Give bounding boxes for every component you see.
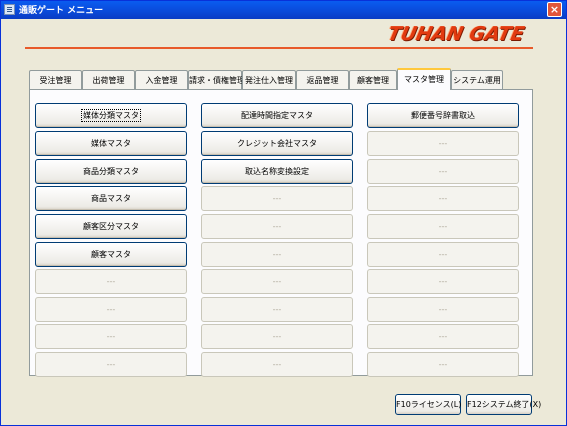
- tab-billing[interactable]: 請求・債権管理: [188, 70, 245, 89]
- disabled-slot-button: ---: [201, 186, 353, 211]
- tab-customers[interactable]: 顧客管理: [349, 70, 397, 89]
- header-divider: [25, 47, 533, 49]
- window-title: 通販ゲート メニュー: [19, 6, 104, 16]
- disabled-slot-button: ---: [367, 297, 519, 322]
- tab-shipping[interactable]: 出荷管理: [82, 70, 135, 89]
- tab-payments[interactable]: 入金管理: [135, 70, 188, 89]
- disabled-slot-button: ---: [35, 352, 187, 377]
- app-icon: [4, 4, 15, 15]
- main-window: 通販ゲート メニュー × TUHAN GATE 受注管理 出荷管理 入金管理 請…: [0, 0, 567, 426]
- delivery-time-master-button[interactable]: 配達時間指定マスタ: [201, 103, 353, 128]
- product-category-master-button[interactable]: 商品分類マスタ: [35, 159, 187, 184]
- disabled-slot-button: ---: [367, 186, 519, 211]
- master-tab-panel: 媒体分類マスタ 媒体マスタ 商品分類マスタ 商品マスタ 顧客区分マスタ 顧客マス…: [29, 89, 533, 377]
- tab-orders[interactable]: 受注管理: [29, 70, 82, 89]
- customer-class-master-button[interactable]: 顧客区分マスタ: [35, 214, 187, 239]
- disabled-slot-button: ---: [201, 242, 353, 267]
- brand-logo: TUHAN GATE: [385, 23, 527, 45]
- disabled-slot-button: ---: [367, 324, 519, 349]
- postal-code-import-button[interactable]: 郵便番号辞書取込: [367, 103, 519, 128]
- media-category-master-button[interactable]: 媒体分類マスタ: [35, 103, 187, 128]
- disabled-slot-button: ---: [367, 242, 519, 267]
- disabled-slot-button: ---: [35, 269, 187, 294]
- import-name-conversion-button[interactable]: 取込名称変換設定: [201, 159, 353, 184]
- tab-purchasing[interactable]: 発注仕入管理: [242, 70, 296, 89]
- close-button[interactable]: ×: [547, 2, 562, 17]
- tab-system[interactable]: システム運用: [451, 70, 503, 89]
- credit-company-master-button[interactable]: クレジット会社マスタ: [201, 131, 353, 156]
- disabled-slot-button: ---: [201, 269, 353, 294]
- exit-system-button[interactable]: F12システム終了(X): [466, 394, 541, 415]
- disabled-slot-button: ---: [367, 159, 519, 184]
- disabled-slot-button: ---: [201, 297, 353, 322]
- disabled-slot-button: ---: [35, 324, 187, 349]
- disabled-slot-button: ---: [367, 131, 519, 156]
- product-master-button[interactable]: 商品マスタ: [35, 186, 187, 211]
- disabled-slot-button: ---: [367, 269, 519, 294]
- tab-returns[interactable]: 返品管理: [296, 70, 349, 89]
- media-category-master-label: 媒体分類マスタ: [81, 109, 141, 122]
- media-master-button[interactable]: 媒体マスタ: [35, 131, 187, 156]
- title-bar[interactable]: 通販ゲート メニュー ×: [1, 1, 566, 19]
- disabled-slot-button: ---: [35, 297, 187, 322]
- disabled-slot-button: ---: [367, 214, 519, 239]
- customer-master-button[interactable]: 顧客マスタ: [35, 242, 187, 267]
- tab-master[interactable]: マスタ管理: [397, 68, 451, 90]
- license-button[interactable]: F10ライセンス(L): [395, 394, 461, 415]
- disabled-slot-button: ---: [201, 352, 353, 377]
- disabled-slot-button: ---: [201, 214, 353, 239]
- disabled-slot-button: ---: [367, 352, 519, 377]
- disabled-slot-button: ---: [201, 324, 353, 349]
